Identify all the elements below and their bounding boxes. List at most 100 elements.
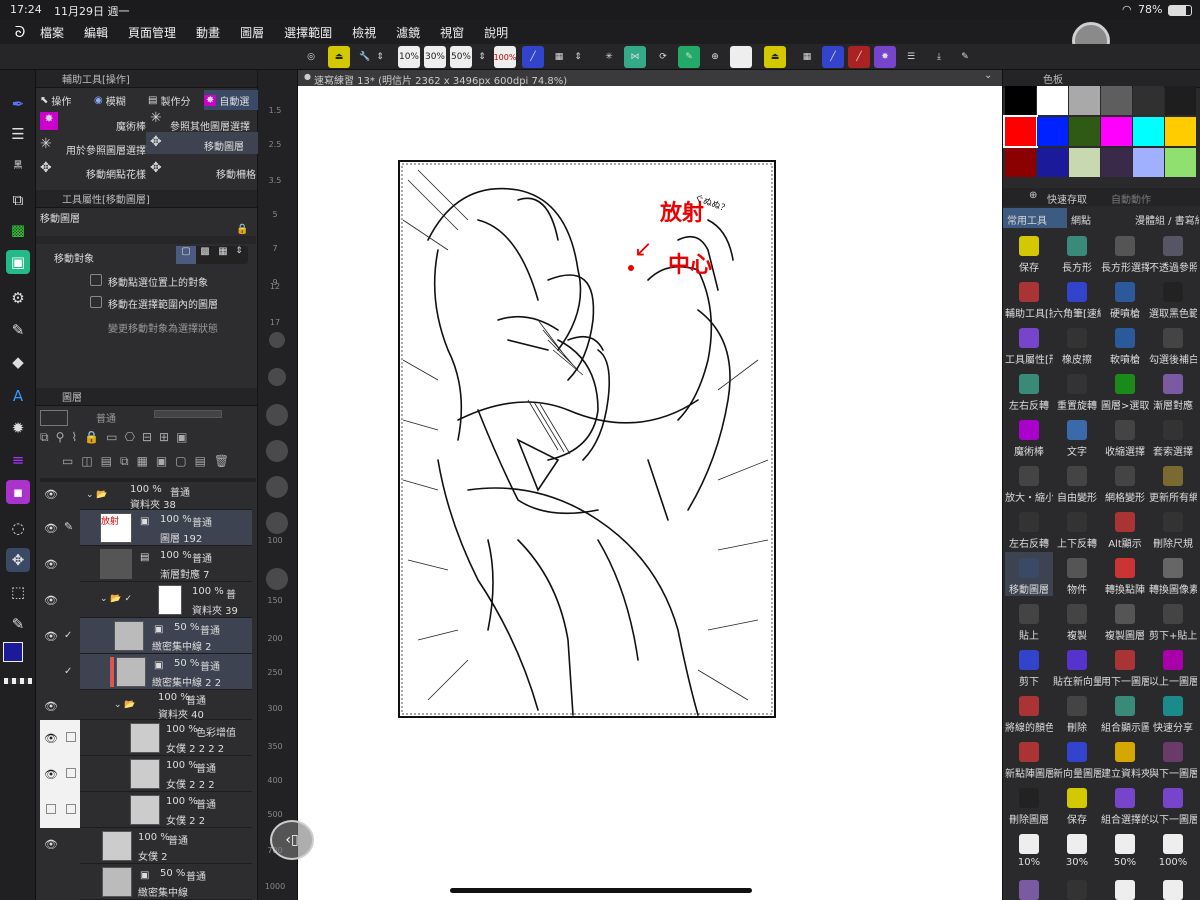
- subtool-tab-operation[interactable]: ⬉ 操作: [40, 90, 92, 110]
- screentone-icon[interactable]: ▩: [6, 218, 30, 242]
- quick-tool-3-1[interactable]: 重置旋轉: [1053, 368, 1101, 412]
- menu-animation[interactable]: 動畫: [196, 24, 220, 41]
- stepper-icon[interactable]: ⇕: [476, 46, 488, 68]
- quick-tool-2-2[interactable]: 軟噴槍: [1101, 322, 1149, 366]
- quick-tool-8-3[interactable]: 剪下+貼上: [1149, 598, 1197, 642]
- menu-file[interactable]: 檔案: [40, 24, 64, 41]
- quick-tool-13-2[interactable]: 50%: [1101, 828, 1149, 872]
- quick-tool-8-0[interactable]: 貼上: [1005, 598, 1053, 642]
- chevron-down-icon[interactable]: ⌄: [984, 70, 992, 81]
- quick-tool-2-3[interactable]: 勾選後補白: [1149, 322, 1197, 366]
- quick-tool-1-2[interactable]: 硬噴槍: [1101, 276, 1149, 320]
- subtool-move-grid[interactable]: 移動柵格: [196, 166, 256, 181]
- brush-dot[interactable]: [266, 404, 288, 426]
- subtool-magic-wand[interactable]: 魔術棒: [96, 118, 146, 133]
- quick-tool-9-1[interactable]: 貼在新向量: [1053, 644, 1101, 688]
- color-swatch[interactable]: [1165, 148, 1196, 177]
- quick-tool-5-2[interactable]: 網格變形: [1101, 460, 1149, 504]
- quick-tool-3-0[interactable]: 左右反轉: [1005, 368, 1053, 412]
- grid2-icon[interactable]: ▦: [796, 46, 818, 68]
- eye-icon[interactable]: 👁: [44, 488, 58, 501]
- checkbox-click-position[interactable]: [90, 274, 102, 286]
- quick-tool-7-2[interactable]: 轉換點陣: [1101, 552, 1149, 596]
- subtool-tab-auto-select[interactable]: ✸ 自動選: [204, 90, 258, 110]
- blend-mode[interactable]: 普通: [96, 410, 116, 425]
- quick-tool-14-2[interactable]: 60%: [1101, 874, 1149, 900]
- quick-tool-4-1[interactable]: 文字: [1053, 414, 1101, 458]
- quick-tool-1-3[interactable]: 選取黑色範圍: [1149, 276, 1197, 320]
- quick-tool-6-0[interactable]: 左右反轉: [1005, 506, 1053, 550]
- pen-nib-icon[interactable]: ✎: [6, 318, 30, 342]
- black-tone-icon[interactable]: 黑: [6, 152, 30, 176]
- quick-tool-12-1[interactable]: 保存: [1053, 782, 1101, 826]
- subtool-move-tone[interactable]: 移動網點花樣: [66, 166, 146, 181]
- lock-icon[interactable]: 🔒: [236, 224, 248, 235]
- lasso-icon[interactable]: ◌: [6, 516, 30, 540]
- rotate-icon[interactable]: ⟳: [652, 46, 674, 68]
- opacity-50-button[interactable]: 50%: [450, 46, 472, 68]
- quick-tool-5-1[interactable]: 自由變形: [1053, 460, 1101, 504]
- menu-window[interactable]: 視窗: [440, 24, 464, 41]
- quick-tool-14-1[interactable]: [1053, 874, 1101, 900]
- close-tab-icon[interactable]: ●: [304, 72, 311, 81]
- subtool-ref-layer-select[interactable]: 用於參照圖層選擇: [60, 142, 146, 157]
- eye-icon[interactable]: 👁: [44, 630, 58, 643]
- menu-view[interactable]: 檢視: [352, 24, 376, 41]
- brush-dot[interactable]: [268, 368, 286, 386]
- eraser-red-icon[interactable]: ╱: [848, 46, 870, 68]
- brush-size[interactable]: 1000: [260, 882, 290, 891]
- layer-edit-icon[interactable]: ✎: [678, 46, 700, 68]
- subtool-ref-other-layer[interactable]: 參照其他圖層選擇: [170, 118, 256, 133]
- target-tone-icon[interactable]: ▩: [196, 246, 214, 264]
- brush-size[interactable]: 3.5: [260, 176, 290, 185]
- stepper-icon[interactable]: ⇕: [572, 46, 584, 68]
- fill-purple-icon[interactable]: ▪: [6, 480, 30, 504]
- color-mode-box[interactable]: [40, 410, 68, 426]
- opacity-slider[interactable]: [154, 410, 222, 418]
- quick-tool-12-2[interactable]: 組合選擇的: [1101, 782, 1149, 826]
- toggle-panel-button[interactable]: ‹▯: [270, 820, 314, 860]
- layer-row-dense-line-2[interactable]: ▣ 50 % 普通 緻密集中線 2: [80, 618, 252, 654]
- magic-icon[interactable]: ✸: [874, 46, 896, 68]
- color-swatch[interactable]: [1101, 148, 1132, 177]
- quick-tool-4-2[interactable]: 收縮選擇: [1101, 414, 1149, 458]
- quick-tool-6-1[interactable]: 上下反轉: [1053, 506, 1101, 550]
- chevron-icon[interactable]: ⇕: [232, 246, 246, 264]
- brush-size[interactable]: 200: [260, 634, 290, 643]
- pen2-icon[interactable]: ╱: [822, 46, 844, 68]
- layer-transfer-icon[interactable]: ⧉: [6, 188, 30, 212]
- flip-icon[interactable]: ⋈: [624, 46, 646, 68]
- color-swatch[interactable]: [1005, 148, 1036, 177]
- checkbox-in-selection[interactable]: [90, 296, 102, 308]
- brush-size[interactable]: 250: [260, 668, 290, 677]
- check-icon[interactable]: ✓: [64, 666, 72, 677]
- select-icon[interactable]: ⬚: [6, 580, 30, 604]
- brush-size[interactable]: 2.5: [260, 140, 290, 149]
- color-swatch[interactable]: [1165, 117, 1196, 146]
- menu-filter[interactable]: 濾鏡: [396, 24, 420, 41]
- eye-icon[interactable]: 👁: [44, 700, 58, 713]
- save-icon[interactable]: ⏏: [328, 46, 350, 68]
- color-swatch[interactable]: [1069, 117, 1100, 146]
- quick-tool-14-0[interactable]: [1005, 874, 1053, 900]
- quick-tool-10-2[interactable]: 組合顯示圖: [1101, 690, 1149, 734]
- quick-tool-3-2[interactable]: 圖層>選取: [1101, 368, 1149, 412]
- gear-icon[interactable]: ⚙: [6, 286, 30, 310]
- subtool-tab-split[interactable]: ▤ 製作分: [148, 90, 202, 110]
- pen-lock-icon[interactable]: ✎: [64, 520, 73, 533]
- quick-tool-13-0[interactable]: 10%: [1005, 828, 1053, 872]
- color-swatch[interactable]: [1069, 86, 1100, 115]
- quick-tool-1-1[interactable]: 六角筆[速線: [1053, 276, 1101, 320]
- tab-common-tools[interactable]: 常用工具: [1003, 208, 1067, 228]
- opacity-10-button[interactable]: 10%: [398, 46, 420, 68]
- main-color-swatch[interactable]: [3, 642, 23, 662]
- layer-row-folder39[interactable]: ⌄ 📂 ✓ 100 % 普 資料夾 39: [80, 582, 252, 618]
- brush-size[interactable]: 1.5: [260, 106, 290, 115]
- quick-tool-8-2[interactable]: 複製圖層: [1101, 598, 1149, 642]
- quick-tool-10-1[interactable]: 刪除: [1053, 690, 1101, 734]
- eyedropper-icon[interactable]: ✎: [6, 612, 30, 636]
- eye-icon[interactable]: 👁: [44, 768, 58, 781]
- quick-tool-5-3[interactable]: 更新所有網點: [1149, 460, 1197, 504]
- quick-tool-11-1[interactable]: 新向量圖層: [1053, 736, 1101, 780]
- layer-row-maid222[interactable]: 100 % 普通 女僕 2 2 2: [80, 756, 252, 792]
